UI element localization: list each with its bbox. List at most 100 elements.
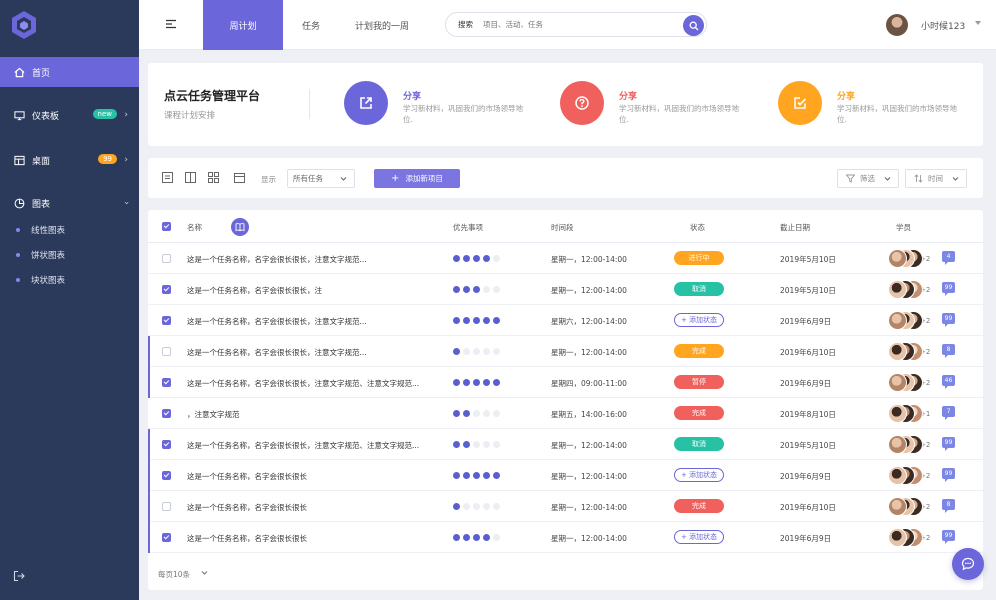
task-name[interactable]: 这是一个任务名称，名字会很长很长，注 — [187, 285, 322, 296]
sidebar-item-label: 首页 — [32, 68, 51, 79]
add-status-button[interactable]: + 添加状态 — [674, 313, 724, 327]
row-checkbox[interactable] — [162, 347, 171, 356]
search-input[interactable] — [483, 20, 673, 29]
message-count-badge[interactable]: 7 — [942, 406, 955, 420]
message-count-badge[interactable]: 99 — [942, 530, 955, 544]
task-name[interactable]: 这是一个任务名称，名字会很长很长，注意文字规范... — [187, 347, 367, 358]
avatar — [888, 280, 907, 299]
table-row[interactable]: 这是一个任务名称，名字会很长很长，注意文字规范、注意文字规范... 星期一，12:… — [148, 429, 983, 460]
sidebar-subitem-block-chart[interactable]: 块状图表 — [16, 274, 65, 286]
sidebar-item-dashboard[interactable]: 仪表板 new › — [0, 100, 139, 130]
row-checkbox[interactable] — [162, 409, 171, 418]
select-value: 所有任务 — [293, 174, 323, 183]
message-count-badge[interactable]: 99 — [942, 282, 955, 296]
status-badge[interactable]: 暂停 — [674, 375, 724, 389]
message-count-badge[interactable]: 99 — [942, 437, 955, 451]
task-name[interactable]: ，注意文字规范 — [187, 409, 240, 420]
task-name[interactable]: 这是一个任务名称，名字会很长很长 — [187, 471, 307, 482]
row-checkbox[interactable] — [162, 533, 171, 542]
search-button[interactable] — [683, 15, 704, 36]
task-filter-select[interactable]: 所有任务 — [287, 169, 355, 188]
status-badge[interactable]: 进行中 — [674, 251, 724, 265]
time-sort-button[interactable]: 时间 — [905, 169, 967, 188]
chevron-down-icon[interactable] — [200, 568, 209, 577]
task-name[interactable]: 这是一个任务名称，名字会很长很长，注意文字规范... — [187, 316, 367, 327]
priority-dots — [453, 441, 503, 448]
table-row[interactable]: 这是一个任务名称，名字会很长很长，注意文字规范、注意文字规范... 星期四，09:… — [148, 367, 983, 398]
priority-dot — [473, 317, 480, 324]
status-badge[interactable]: 取消 — [674, 437, 724, 451]
column-view-icon[interactable] — [185, 172, 196, 183]
priority-dot — [453, 286, 460, 293]
sidebar-item-charts[interactable]: 图表 › — [0, 188, 139, 218]
table-row[interactable]: 这是一个任务名称，名字会很长很长，注意文字规范... 星期六，12:00-14:0… — [148, 305, 983, 336]
table-row[interactable]: 这是一个任务名称，名字会很长很长，注意文字规范... 星期一，12:00-14:0… — [148, 243, 983, 274]
task-name[interactable]: 这是一个任务名称，名字会很长很长，注意文字规范、注意文字规范... — [187, 378, 419, 389]
row-checkbox[interactable] — [162, 285, 171, 294]
status-badge[interactable]: 完成 — [674, 499, 724, 513]
message-count-badge[interactable]: 8 — [942, 344, 955, 358]
table-row[interactable]: 这是一个任务名称，名字会很长很长 星期一，12:00-14:00 完成 2019年6月… — [148, 491, 983, 522]
table-row[interactable]: 这是一个任务名称，名字会很长很长，注 星期一，12:00-14:00 取消 2019年… — [148, 274, 983, 305]
column-header-status[interactable]: 状态 — [690, 222, 705, 233]
list-view-icon[interactable] — [162, 172, 173, 183]
app-logo[interactable] — [10, 10, 38, 40]
message-count-badge[interactable]: 4 — [942, 251, 955, 265]
row-checkbox[interactable] — [162, 316, 171, 325]
chat-fab-button[interactable] — [952, 548, 984, 580]
sidebar-subitem-pie-chart[interactable]: 饼状图表 — [16, 249, 65, 261]
tab-my-week[interactable]: 计划我的一周 — [339, 0, 425, 50]
priority-dot — [453, 472, 460, 479]
sidebar-item-desktop[interactable]: 桌面 99 › — [0, 145, 139, 175]
logout-icon[interactable] — [13, 570, 25, 582]
message-count-badge[interactable]: 8 — [942, 499, 955, 513]
column-header-name[interactable]: 名称 — [187, 222, 202, 233]
table-row[interactable]: 这是一个任务名称，名字会很长很长 星期一，12:00-14:00 + 添加状态 201… — [148, 522, 983, 553]
status-badge[interactable]: 完成 — [674, 406, 724, 420]
time-slot: 星期一，12:00-14:00 — [551, 503, 627, 512]
column-header-members[interactable]: 学员 — [896, 222, 911, 233]
chevron-down-icon: › — [121, 201, 132, 205]
tab-tasks[interactable]: 任务 — [283, 0, 339, 50]
filter-button[interactable]: 筛选 — [837, 169, 899, 188]
message-count-badge[interactable]: 99 — [942, 468, 955, 482]
caret-down-icon[interactable] — [975, 21, 981, 25]
column-header-time[interactable]: 时间段 — [551, 222, 574, 233]
row-checkbox[interactable] — [162, 440, 171, 449]
task-name[interactable]: 这是一个任务名称，名字会很长很长 — [187, 502, 307, 513]
row-checkbox[interactable] — [162, 378, 171, 387]
user-name[interactable]: 小时候123 — [921, 19, 965, 32]
page-size-label[interactable]: 每页10条 — [158, 569, 190, 580]
add-status-button[interactable]: + 添加状态 — [674, 530, 724, 544]
share-desc: 学习新材料，巩固我们的市场领导地位. — [403, 104, 523, 124]
sidebar-subitem-line-chart[interactable]: 线性图表 — [16, 224, 65, 236]
status-badge[interactable]: 取消 — [674, 282, 724, 296]
column-header-priority[interactable]: 优先事项 — [453, 222, 483, 233]
task-name[interactable]: 这是一个任务名称，名字会很长很长 — [187, 533, 307, 544]
sidebar-item-home[interactable]: 首页 — [0, 57, 139, 87]
table-row[interactable]: 这是一个任务名称，名字会很长很长 星期一，12:00-14:00 + 添加状态 201… — [148, 460, 983, 491]
message-count-badge[interactable]: 46 — [942, 375, 955, 389]
book-icon[interactable] — [231, 218, 249, 236]
share-title: 分享 — [403, 92, 422, 102]
table-row[interactable]: ，注意文字规范 星期五，14:00-16:00 完成 2019年8月10日 +1 7 — [148, 398, 983, 429]
task-name[interactable]: 这是一个任务名称，名字会很长很长，注意文字规范、注意文字规范... — [187, 440, 419, 451]
priority-dot — [453, 255, 460, 262]
priority-dot — [483, 503, 490, 510]
row-checkbox[interactable] — [162, 502, 171, 511]
table-row[interactable]: 这是一个任务名称，名字会很长很长，注意文字规范... 星期一，12:00-14:0… — [148, 336, 983, 367]
column-header-deadline[interactable]: 截止日期 — [780, 222, 810, 233]
add-project-button[interactable]: + 添加新项目 — [374, 169, 460, 188]
user-avatar[interactable] — [886, 14, 908, 36]
calendar-view-icon[interactable] — [234, 172, 245, 183]
grid-view-icon[interactable] — [208, 172, 219, 183]
tab-weekly-plan[interactable]: 周计划 — [203, 0, 283, 50]
add-status-button[interactable]: + 添加状态 — [674, 468, 724, 482]
select-all-checkbox[interactable] — [162, 222, 171, 231]
row-checkbox[interactable] — [162, 471, 171, 480]
status-badge[interactable]: 完成 — [674, 344, 724, 358]
task-name[interactable]: 这是一个任务名称，名字会很长很长，注意文字规范... — [187, 254, 367, 265]
row-checkbox[interactable] — [162, 254, 171, 263]
menu-toggle-icon[interactable] — [165, 18, 177, 30]
message-count-badge[interactable]: 99 — [942, 313, 955, 327]
